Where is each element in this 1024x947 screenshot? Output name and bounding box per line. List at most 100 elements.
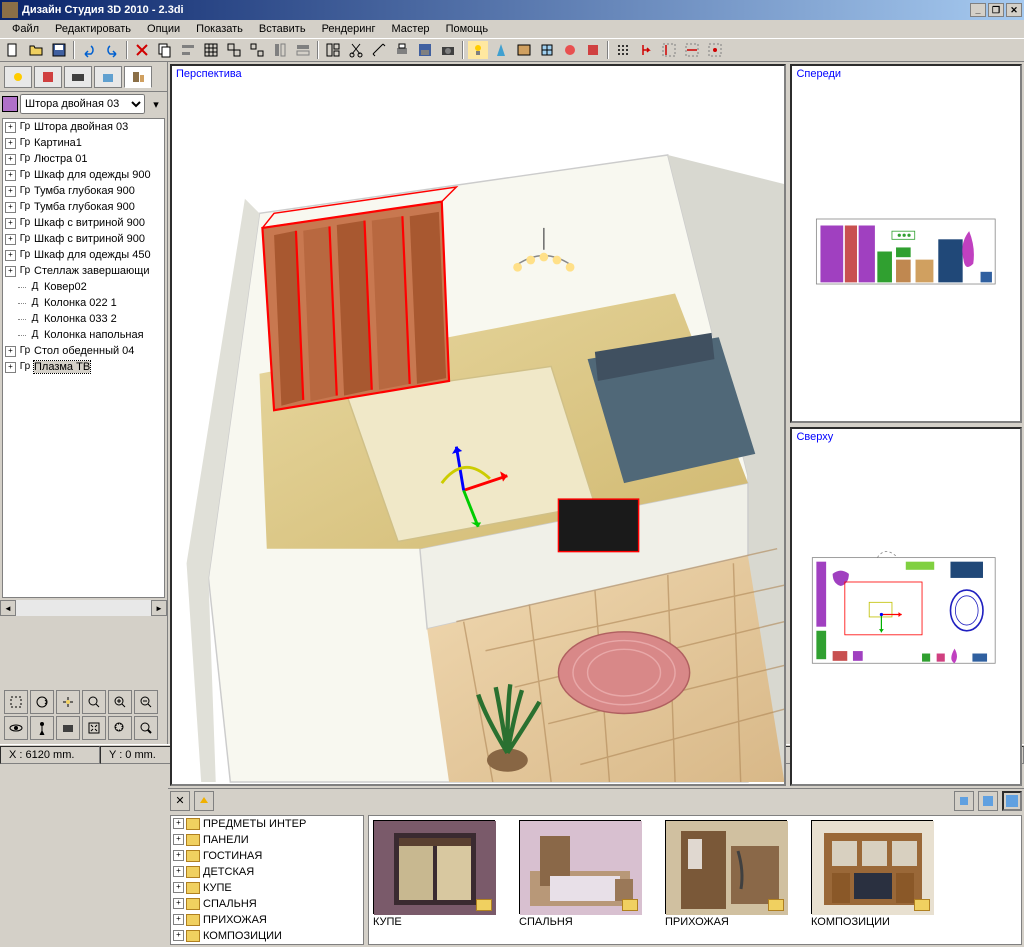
camera2-tool[interactable] <box>56 716 80 740</box>
catalog-tree-item[interactable]: +КУПЕ <box>171 880 363 896</box>
view-medium-button[interactable] <box>978 791 998 811</box>
ungroup-button[interactable] <box>246 40 268 60</box>
open-button[interactable] <box>25 40 47 60</box>
tree-item[interactable]: +ГрСтеллаж завершающи <box>3 263 164 279</box>
window-button[interactable] <box>536 40 558 60</box>
light-button[interactable] <box>467 40 489 60</box>
gallery-thumbnail[interactable] <box>665 820 787 914</box>
menu-options[interactable]: Опции <box>139 21 188 37</box>
catalog-tree-item[interactable]: +ПРИХОЖАЯ <box>171 912 363 928</box>
gallery-item[interactable]: КУПЕ <box>373 820 495 928</box>
expand-icon[interactable]: + <box>173 866 184 877</box>
tree-item[interactable]: +ГрСтол обеденный 04 <box>3 343 164 359</box>
tree-item[interactable]: ДКовер02 <box>3 279 164 295</box>
expand-icon[interactable]: + <box>173 930 184 941</box>
expand-icon[interactable]: + <box>5 266 16 277</box>
align-button[interactable] <box>177 40 199 60</box>
catalog-tree-item[interactable]: +ПАНЕЛИ <box>171 832 363 848</box>
menu-insert[interactable]: Вставить <box>251 21 314 37</box>
menu-file[interactable]: Файл <box>4 21 47 37</box>
print-button[interactable] <box>391 40 413 60</box>
expand-icon[interactable]: + <box>5 234 16 245</box>
tab-light[interactable] <box>4 66 32 88</box>
catalog-tree[interactable]: +ПРЕДМЕТЫ ИНТЕР+ПАНЕЛИ+ГОСТИНАЯ+ДЕТСКАЯ+… <box>170 815 364 945</box>
catalog-tree-item[interactable]: +ПРЕДМЕТЫ ИНТЕР <box>171 816 363 832</box>
close-button[interactable]: ✕ <box>1006 3 1022 17</box>
selector-action[interactable]: ▾ <box>147 95 165 113</box>
menu-master[interactable]: Мастер <box>384 21 438 37</box>
catalog-tree-item[interactable]: +КОМПОЗИЦИИ <box>171 928 363 944</box>
grid-button[interactable] <box>200 40 222 60</box>
tree-item[interactable]: +ГрТумба глубокая 900 <box>3 183 164 199</box>
menu-rendering[interactable]: Рендеринг <box>314 21 384 37</box>
viewport-perspective[interactable]: Перспектива <box>170 64 786 786</box>
expand-icon[interactable]: + <box>5 218 16 229</box>
tab-materials[interactable] <box>34 66 62 88</box>
tree-item[interactable]: ДКолонка напольная <box>3 327 164 343</box>
tree-hscroll[interactable]: ◄► <box>0 600 167 616</box>
expand-icon[interactable]: + <box>5 122 16 133</box>
expand-icon[interactable]: + <box>5 362 16 373</box>
flip-v-button[interactable] <box>292 40 314 60</box>
expand-icon[interactable]: + <box>173 850 184 861</box>
fit-tool[interactable] <box>82 716 106 740</box>
view-large-button[interactable] <box>1002 791 1022 811</box>
orbit-tool[interactable] <box>4 716 28 740</box>
gallery-item[interactable]: КОМПОЗИЦИИ <box>811 820 933 928</box>
expand-icon[interactable]: + <box>5 138 16 149</box>
maximize-button[interactable]: ❐ <box>988 3 1004 17</box>
expand-icon[interactable]: + <box>5 154 16 165</box>
expand-icon[interactable]: + <box>5 186 16 197</box>
zoom-all-tool[interactable] <box>134 716 158 740</box>
expand-icon[interactable]: + <box>5 346 16 357</box>
zoom-region-tool[interactable] <box>108 716 132 740</box>
zoom-tool[interactable] <box>82 690 106 714</box>
tree-item[interactable]: +ГрШкаф для одежды 900 <box>3 167 164 183</box>
delete-button[interactable] <box>131 40 153 60</box>
walk-tool[interactable] <box>30 716 54 740</box>
redo-button[interactable] <box>101 40 123 60</box>
snap-edge-button[interactable] <box>681 40 703 60</box>
select-tool[interactable] <box>4 690 28 714</box>
catalog-tree-item[interactable]: +ГОСТИНАЯ <box>171 848 363 864</box>
snap-center-button[interactable] <box>704 40 726 60</box>
object-selector[interactable]: Штора двойная 03 <box>20 94 145 114</box>
cone-light-button[interactable] <box>490 40 512 60</box>
color-swatch[interactable] <box>2 96 18 112</box>
zoom-in-tool[interactable] <box>108 690 132 714</box>
catalog-up-button[interactable] <box>194 791 214 811</box>
material-button[interactable] <box>559 40 581 60</box>
snap-object-button[interactable] <box>635 40 657 60</box>
snap-corner-button[interactable] <box>658 40 680 60</box>
tree-item[interactable]: +ГрШтора двойная 03 <box>3 119 164 135</box>
gallery-thumbnail[interactable] <box>519 820 641 914</box>
tab-camera[interactable] <box>64 66 92 88</box>
tree-item[interactable]: +ГрТумба глубокая 900 <box>3 199 164 215</box>
menu-show[interactable]: Показать <box>188 21 251 37</box>
tree-item[interactable]: ДКолонка 022 1 <box>3 295 164 311</box>
copy-button[interactable] <box>154 40 176 60</box>
expand-icon[interactable]: + <box>5 170 16 181</box>
catalog-close-button[interactable]: ✕ <box>170 791 190 811</box>
zoom-out-tool[interactable] <box>134 690 158 714</box>
expand-icon[interactable]: + <box>5 202 16 213</box>
tree-item[interactable]: +ГрШкаф для одежды 450 <box>3 247 164 263</box>
tree-item[interactable]: +ГрШкаф с витриной 900 <box>3 231 164 247</box>
tree-item[interactable]: +ГрКартина1 <box>3 135 164 151</box>
viewport-layout-button[interactable] <box>322 40 344 60</box>
gallery-item[interactable]: ПРИХОЖАЯ <box>665 820 787 928</box>
minimize-button[interactable]: _ <box>970 3 986 17</box>
wall-button[interactable] <box>513 40 535 60</box>
menu-help[interactable]: Помощь <box>438 21 497 37</box>
tree-item[interactable]: +ГрЛюстра 01 <box>3 151 164 167</box>
gallery-thumbnail[interactable] <box>373 820 495 914</box>
gallery-thumbnail[interactable] <box>811 820 933 914</box>
viewport-top[interactable]: Сверху <box>790 427 1022 786</box>
catalog-tree-item[interactable]: +СПАЛЬНЯ <box>171 896 363 912</box>
snap-grid-button[interactable] <box>612 40 634 60</box>
object-tree[interactable]: +ГрШтора двойная 03+ГрКартина1+ГрЛюстра … <box>2 118 165 598</box>
cut-button[interactable] <box>345 40 367 60</box>
save-button[interactable] <box>48 40 70 60</box>
group-button[interactable] <box>223 40 245 60</box>
catalog-tree-item[interactable]: +ДЕТСКАЯ <box>171 864 363 880</box>
